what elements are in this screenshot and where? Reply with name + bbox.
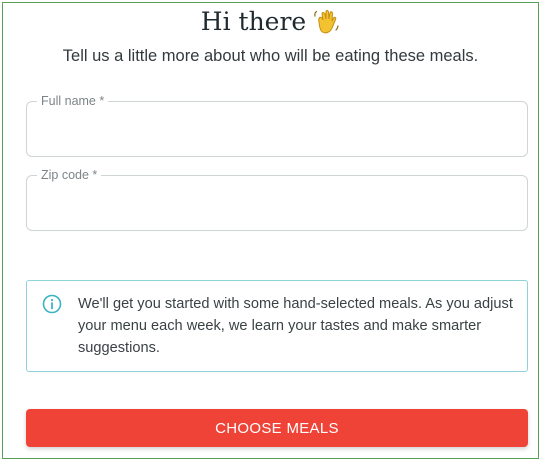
full-name-label: Full name * <box>37 94 109 108</box>
info-callout: We'll get you started with some hand-sel… <box>26 280 528 372</box>
meal-signup-panel: Hi there Tell us a little more about who… <box>2 2 539 459</box>
page-title: Hi there <box>200 7 307 36</box>
waving-hand-icon <box>314 10 339 34</box>
zip-code-input[interactable] <box>41 192 513 222</box>
info-circle-icon <box>42 294 62 314</box>
full-name-input[interactable] <box>41 118 513 148</box>
page-heading: Hi there <box>3 7 538 37</box>
page-subtitle: Tell us a little more about who will be … <box>62 47 479 65</box>
info-message: We'll get you started with some hand-sel… <box>78 296 513 356</box>
full-name-field[interactable]: Full name * <box>26 94 528 157</box>
choose-meals-button[interactable]: CHOOSE MEALS <box>26 409 528 447</box>
zip-code-field[interactable]: Zip code * <box>26 168 528 231</box>
zip-code-label: Zip code * <box>37 168 102 182</box>
